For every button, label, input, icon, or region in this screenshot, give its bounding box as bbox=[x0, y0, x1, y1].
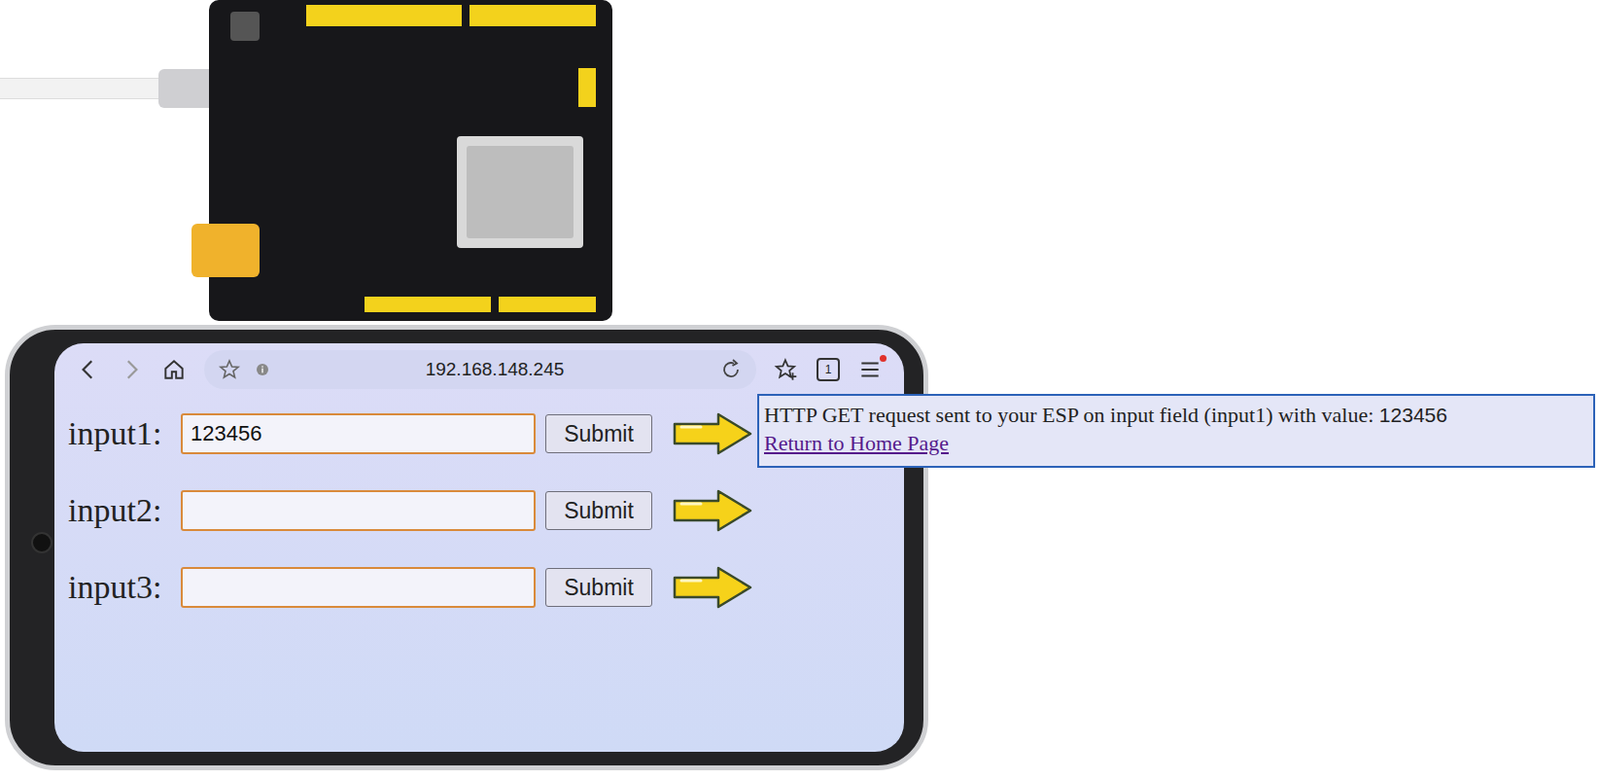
response-message: HTTP GET request sent to your ESP on inp… bbox=[764, 401, 1590, 430]
esp32-board-photo bbox=[208, 0, 613, 321]
arrow-icon bbox=[671, 411, 754, 456]
home-link[interactable]: Return to Home Page bbox=[764, 430, 949, 455]
usb-cable bbox=[0, 77, 209, 100]
submit-button[interactable]: Submit bbox=[545, 414, 653, 453]
reload-icon[interactable] bbox=[719, 357, 743, 382]
forward-icon[interactable] bbox=[118, 356, 144, 383]
add-bookmark-icon[interactable] bbox=[773, 356, 800, 383]
field-label: input1: bbox=[68, 415, 181, 453]
home-icon[interactable] bbox=[161, 356, 187, 383]
info-icon[interactable] bbox=[254, 361, 271, 378]
menu-icon bbox=[857, 356, 883, 383]
back-icon[interactable] bbox=[75, 356, 102, 383]
url-text: 192.168.148.245 bbox=[283, 358, 706, 381]
phone: 192.168.148.245 1 input1: Submit input2:… bbox=[4, 324, 929, 770]
text-input[interactable] bbox=[180, 566, 536, 608]
submit-button[interactable]: Submit bbox=[545, 567, 653, 607]
field-label: input2: bbox=[68, 491, 181, 529]
tab-count: 1 bbox=[825, 363, 833, 376]
arrow-icon bbox=[671, 487, 754, 533]
submit-button[interactable]: Submit bbox=[545, 490, 653, 530]
form-row: input2: Submit bbox=[68, 487, 905, 533]
tutorial-figure: 192.168.148.245 1 input1: Submit input2:… bbox=[0, 0, 1600, 780]
response-value: 123456 bbox=[1379, 403, 1448, 426]
notification-dot bbox=[879, 354, 887, 362]
field-label: input3: bbox=[68, 568, 181, 606]
bookmark-star-icon[interactable] bbox=[217, 357, 242, 382]
text-input[interactable] bbox=[180, 413, 536, 454]
arrow-icon bbox=[671, 564, 754, 610]
camera-icon bbox=[31, 531, 53, 554]
tabs-button[interactable]: 1 bbox=[816, 357, 840, 382]
address-bar[interactable]: 192.168.148.245 bbox=[204, 349, 757, 389]
browser-toolbar: 192.168.148.245 1 bbox=[54, 343, 905, 396]
menu-button[interactable] bbox=[857, 356, 883, 383]
response-panel: HTTP GET request sent to your ESP on inp… bbox=[757, 393, 1596, 468]
form-row: input3: Submit bbox=[68, 564, 905, 610]
text-input[interactable] bbox=[180, 489, 536, 531]
